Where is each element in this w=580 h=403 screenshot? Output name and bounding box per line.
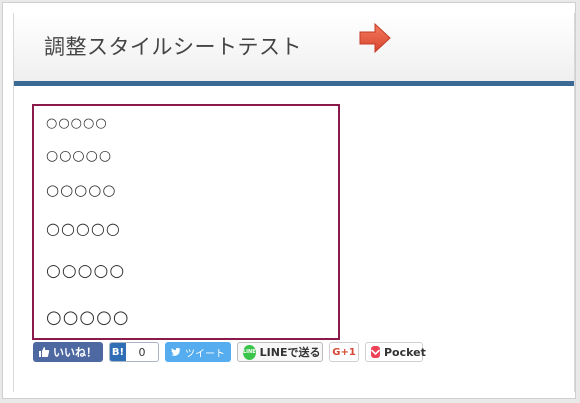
page-title: 調整スタイルシートテスト <box>44 35 302 59</box>
line-share-button[interactable]: LINE LINEで送る <box>237 342 323 362</box>
pocket-icon <box>371 346 380 358</box>
google-plus-button[interactable]: G+1 <box>329 342 359 362</box>
tweet-button[interactable]: ツイート <box>165 342 231 362</box>
page-header: 調整スタイルシートテスト <box>14 13 574 81</box>
hatena-icon: B! <box>110 343 126 361</box>
share-buttons: いいね！ B! 0 ツイート LINE LINEで送る G+1 Pocket <box>33 342 426 362</box>
tweet-label: ツイート <box>185 348 225 360</box>
content-box: ○○○○○ ○○○○○ ○○○○○ ○○○○○ ○○○○○ ○○○○○ <box>32 104 340 340</box>
pocket-label: Pocket <box>384 345 426 359</box>
content-line: ○○○○○ <box>46 181 117 199</box>
facebook-like-label: いいね！ <box>53 346 97 359</box>
line-share-label: LINEで送る <box>259 346 321 359</box>
hatena-count: 0 <box>138 345 146 359</box>
page: 調整スタイルシートテスト ○○○○○ ○○○○○ ○○○○○ ○○○○○ ○○○… <box>13 13 575 392</box>
right-arrow-icon <box>359 22 391 54</box>
thumbs-up-icon <box>39 347 50 357</box>
content-line: ○○○○○ <box>46 148 113 164</box>
content-line: ○○○○○ <box>46 116 108 131</box>
twitter-bird-icon <box>171 347 181 356</box>
content-line: ○○○○○ <box>46 261 126 281</box>
google-plus-label: G+1 <box>332 346 356 358</box>
content-line: ○○○○○ <box>46 307 130 328</box>
content-line: ○○○○○ <box>46 219 121 238</box>
header-accent-bar <box>14 81 574 86</box>
facebook-like-button[interactable]: いいね！ <box>33 342 103 362</box>
screenshot-frame: 調整スタイルシートテスト ○○○○○ ○○○○○ ○○○○○ ○○○○○ ○○○… <box>2 2 576 399</box>
line-icon: LINE <box>243 344 256 360</box>
pocket-button[interactable]: Pocket <box>365 342 426 362</box>
hatena-bookmark-button[interactable]: B! 0 <box>109 342 159 362</box>
